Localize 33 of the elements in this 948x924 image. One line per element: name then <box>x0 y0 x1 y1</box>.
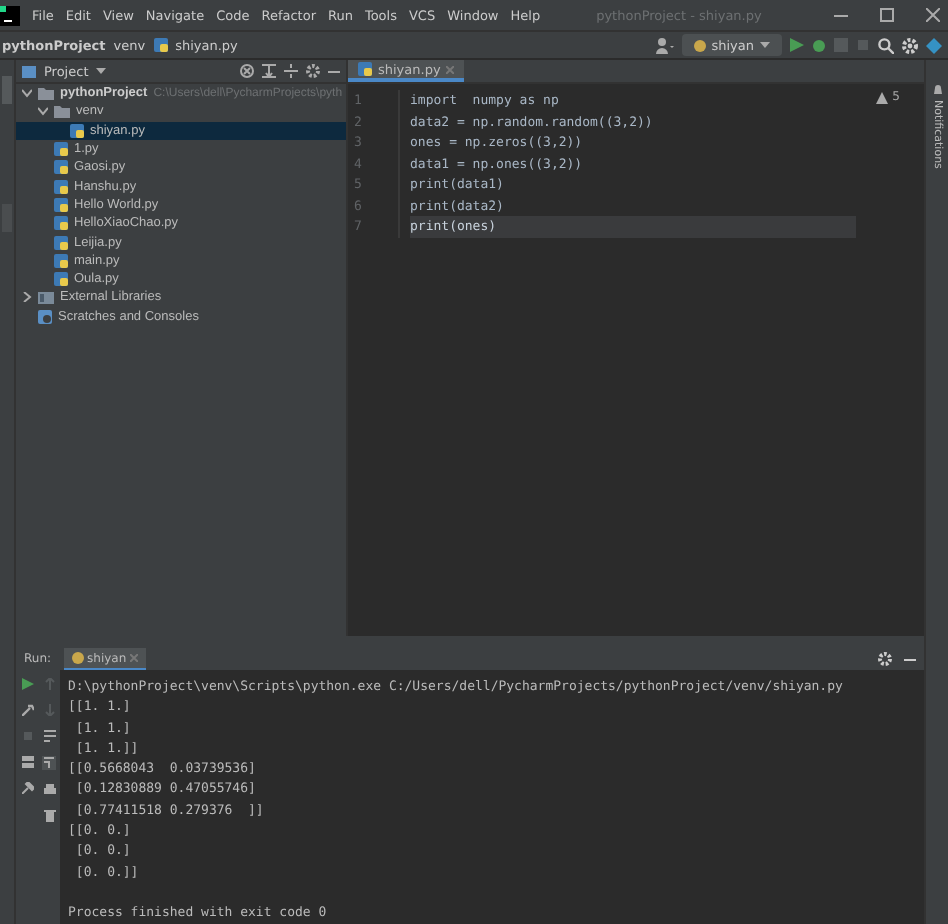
python-icon <box>693 39 706 51</box>
search-icon[interactable] <box>878 37 894 53</box>
print-icon[interactable] <box>43 784 55 796</box>
user-icon[interactable] <box>655 37 674 53</box>
expand-all-icon[interactable] <box>262 64 276 78</box>
settings-icon[interactable] <box>902 37 918 53</box>
settings-icon[interactable] <box>878 652 892 666</box>
bell-icon[interactable] <box>931 84 943 96</box>
python-icon <box>71 652 84 664</box>
scratches-icon <box>38 309 52 324</box>
scroll-to-end-icon[interactable] <box>42 756 56 770</box>
run-icon[interactable] <box>790 38 804 52</box>
settings-icon[interactable] <box>306 64 320 78</box>
trash-icon[interactable] <box>43 810 55 822</box>
python-file-icon <box>153 38 168 52</box>
maximize-icon[interactable] <box>880 8 894 22</box>
debug-icon[interactable] <box>812 38 826 52</box>
python-file-icon <box>358 62 372 76</box>
library-icon <box>38 291 54 304</box>
wrench-icon[interactable] <box>21 704 33 716</box>
collapse-all-icon[interactable] <box>284 64 298 78</box>
caret-icon[interactable] <box>96 68 107 74</box>
caret-icon <box>760 42 770 48</box>
hide-icon[interactable] <box>328 65 340 77</box>
close-icon[interactable] <box>926 8 940 22</box>
rerun-icon[interactable] <box>21 678 33 690</box>
app-logo-icon <box>0 5 20 25</box>
layout-icon[interactable] <box>21 756 33 768</box>
soft-wrap-icon[interactable] <box>43 730 55 742</box>
project-view-icon <box>22 65 36 77</box>
locate-icon[interactable] <box>240 64 254 78</box>
warning-icon <box>876 91 889 103</box>
hide-icon[interactable] <box>904 653 916 665</box>
